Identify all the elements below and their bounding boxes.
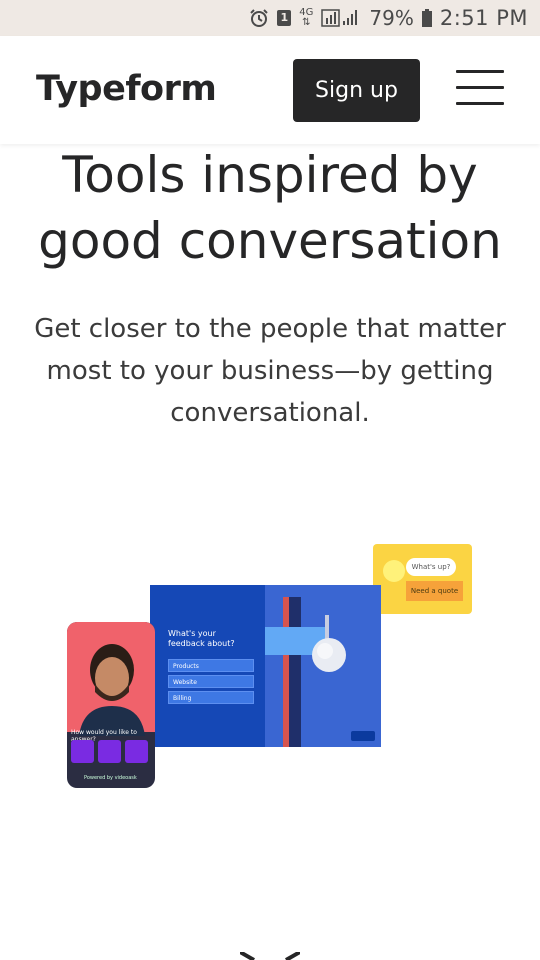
powered-by-text: Powered by videoask xyxy=(84,775,137,781)
hero-title-line2: good conversation xyxy=(38,212,502,270)
panel-question: What's your feedback about? xyxy=(168,629,235,648)
video-option xyxy=(71,740,94,763)
chat-bubble: What's up? xyxy=(406,558,456,576)
chat-widget-card: What's up? Need a quote xyxy=(373,544,472,614)
panel-option: Products xyxy=(168,659,254,672)
chat-cta-button: Need a quote xyxy=(406,581,463,601)
typeform-logo[interactable]: Typeform xyxy=(36,69,217,109)
hamburger-menu-icon[interactable] xyxy=(456,70,504,106)
panel-nav-arrows xyxy=(351,731,375,741)
battery-percent: 79% xyxy=(369,6,414,30)
person-photo xyxy=(79,644,145,736)
feedback-form-panel: What's your feedback about? Products Web… xyxy=(150,585,381,747)
notification-icon: 1 xyxy=(277,10,292,26)
abstract-art-image xyxy=(265,585,381,747)
audio-option xyxy=(98,740,121,763)
sign-up-button[interactable]: Sign up xyxy=(293,59,420,122)
hero-title-line1: Tools inspired by xyxy=(62,146,478,204)
panel-option: Billing xyxy=(168,691,254,704)
clock-time: 2:51 PM xyxy=(439,6,528,30)
panel-option: Website xyxy=(168,675,254,688)
product-illustration: What's up? Need a quote What's your feed… xyxy=(0,540,540,800)
signal-icon xyxy=(321,8,361,28)
alarm-icon xyxy=(249,8,269,28)
status-bar: 1 4G ⇅ 79% 2:51 PM xyxy=(0,0,540,36)
network-icon: 4G ⇅ xyxy=(299,7,314,28)
phone-video-card: How would you like to answer? Powered by… xyxy=(67,622,155,788)
partial-logo-icon xyxy=(240,952,300,960)
text-option xyxy=(125,740,148,763)
battery-icon xyxy=(421,8,432,28)
hero-subtitle: Get closer to the people that matter mos… xyxy=(34,314,506,428)
phone-answer-options xyxy=(71,740,148,763)
site-header: Typeform Sign up xyxy=(0,36,540,144)
hero-title: Tools inspired by good conversation xyxy=(0,142,540,274)
smiley-icon xyxy=(383,560,405,582)
